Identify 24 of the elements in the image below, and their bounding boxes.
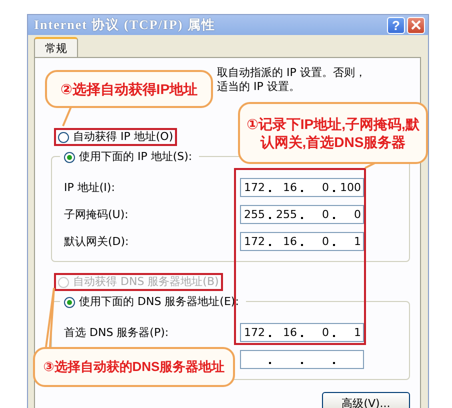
ip-address-field[interactable]: 172 16 0 1 bbox=[240, 232, 364, 251]
callout: ③选择自动获的DNS服务器地址 bbox=[33, 347, 235, 387]
radio-button[interactable]: 使用下面的 IP 地址(S): bbox=[60, 148, 196, 166]
field-label: IP 地址(I): bbox=[64, 180, 116, 195]
description-text: 取自动指派的 IP 设置。否则， bbox=[217, 66, 366, 79]
callout: ②选择自动获得IP地址 bbox=[45, 70, 213, 108]
field-label: 首选 DNS 服务器(P): bbox=[64, 325, 170, 340]
description-text: 适当的 IP 设置。 bbox=[217, 80, 300, 93]
ip-address-field[interactable]: 172 16 0 1 bbox=[240, 323, 364, 342]
field-label: 默认网关(D): bbox=[64, 234, 130, 249]
close-icon bbox=[410, 19, 422, 31]
ip-address-field[interactable]: 255 255 0 0 bbox=[240, 205, 364, 224]
callout: ①记录下IP地址,子网掩码,默认网关,首选DNS服务器 bbox=[238, 102, 428, 164]
leader-line bbox=[364, 163, 376, 169]
ip-address-field[interactable]: 172 16 0 100 bbox=[240, 178, 364, 197]
ip-address-field[interactable] bbox=[240, 350, 364, 369]
advanced-button[interactable]: 高级(V)... bbox=[322, 392, 410, 408]
field-label: 子网掩码(U): bbox=[64, 207, 130, 222]
leader-line bbox=[62, 107, 72, 127]
tab[interactable]: 常规 bbox=[34, 37, 78, 57]
leader-line bbox=[44, 288, 56, 348]
radio-button[interactable]: 自动获得 IP 地址(O) bbox=[54, 128, 178, 146]
window-title: Internet 协议 (TCP/IP) 属性 bbox=[34, 16, 217, 34]
close-button[interactable] bbox=[407, 16, 425, 34]
